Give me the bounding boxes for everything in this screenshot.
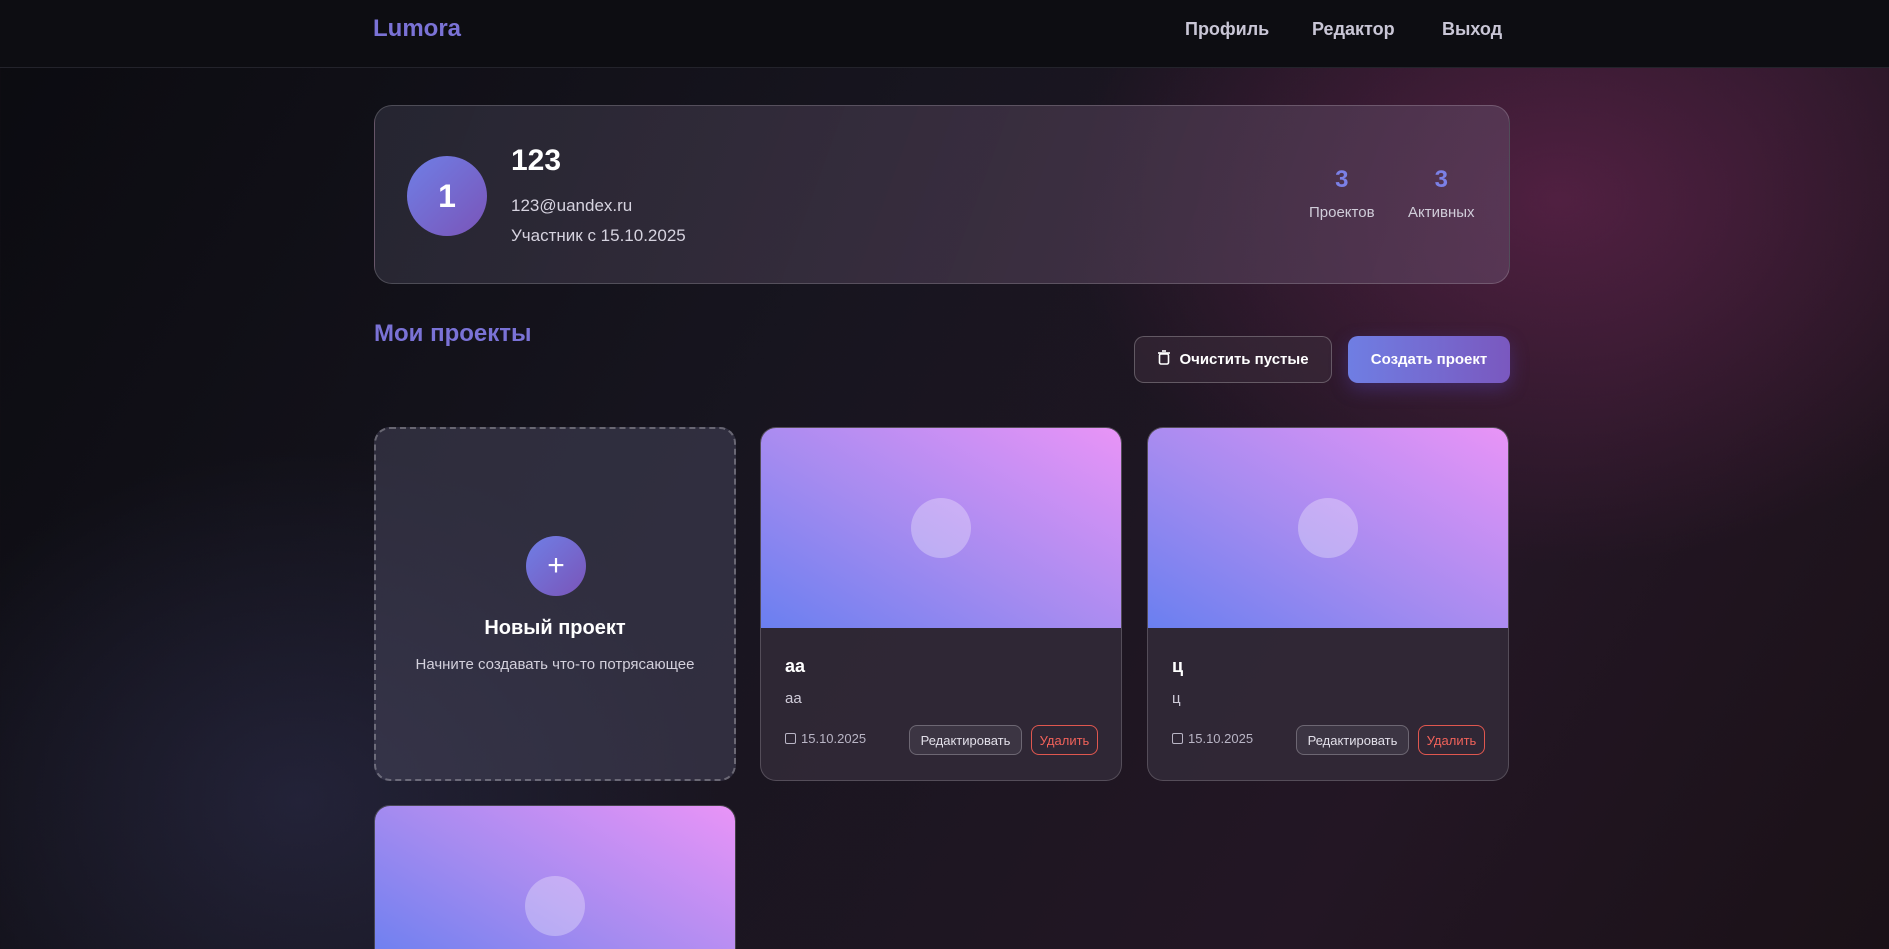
profile-email: 123@uandex.ru bbox=[511, 196, 633, 215]
project-description: аа bbox=[785, 690, 802, 707]
stat-active-label: Активных bbox=[1408, 204, 1475, 221]
profile-card: 1 123 123@uandex.ru Участник с 15.10.202… bbox=[374, 105, 1510, 284]
cover-placeholder-icon bbox=[911, 498, 971, 558]
stat-projects-label: Проектов bbox=[1309, 204, 1375, 221]
app-logo[interactable]: Lumora bbox=[373, 15, 461, 43]
stat-projects-value: 3 bbox=[1335, 166, 1349, 193]
project-date: 15.10.2025 bbox=[1172, 731, 1253, 746]
delete-project-button[interactable]: Удалить bbox=[1031, 725, 1098, 755]
create-project-button[interactable]: Создать проект bbox=[1348, 336, 1510, 383]
project-cover bbox=[1148, 428, 1508, 628]
trash-icon bbox=[1157, 350, 1171, 369]
project-card[interactable]: ц ц 15.10.2025 Редактировать Удалить bbox=[1147, 427, 1509, 781]
project-card[interactable] bbox=[374, 805, 736, 949]
nav-profile-link[interactable]: Профиль bbox=[1185, 19, 1269, 40]
avatar: 1 bbox=[407, 156, 487, 236]
new-project-card[interactable]: + Новый проект Начните создавать что-то … bbox=[374, 427, 736, 781]
stat-active: 3 Активных bbox=[1408, 166, 1475, 221]
project-cover bbox=[375, 806, 735, 949]
projects-section-title: Мои проекты bbox=[374, 320, 532, 347]
new-project-title: Новый проект bbox=[484, 617, 626, 639]
nav-editor-link[interactable]: Редактор bbox=[1312, 19, 1395, 40]
project-date: 15.10.2025 bbox=[785, 731, 866, 746]
calendar-icon bbox=[785, 733, 796, 744]
project-card[interactable]: аа аа 15.10.2025 Редактировать Удалить bbox=[760, 427, 1122, 781]
clear-empty-label: Очистить пустые bbox=[1179, 351, 1309, 368]
profile-username: 123 bbox=[511, 144, 562, 177]
profile-member-since: Участник с 15.10.2025 bbox=[511, 226, 686, 245]
stat-active-value: 3 bbox=[1434, 166, 1448, 193]
project-name: аа bbox=[785, 656, 806, 676]
project-date-text: 15.10.2025 bbox=[1188, 731, 1254, 746]
project-date-text: 15.10.2025 bbox=[801, 731, 867, 746]
plus-icon: + bbox=[526, 536, 586, 596]
new-project-subtitle: Начните создавать что-то потрясающее bbox=[415, 656, 695, 673]
stat-projects: 3 Проектов bbox=[1309, 166, 1375, 221]
project-description: ц bbox=[1172, 690, 1181, 707]
top-navbar: Lumora Профиль Редактор Выход bbox=[0, 0, 1889, 68]
cover-placeholder-icon bbox=[1298, 498, 1358, 558]
project-name: ц bbox=[1172, 656, 1184, 676]
project-cover bbox=[761, 428, 1121, 628]
cover-placeholder-icon bbox=[525, 876, 585, 936]
edit-project-button[interactable]: Редактировать bbox=[909, 725, 1022, 755]
delete-project-button[interactable]: Удалить bbox=[1418, 725, 1485, 755]
calendar-icon bbox=[1172, 733, 1183, 744]
edit-project-button[interactable]: Редактировать bbox=[1296, 725, 1409, 755]
clear-empty-button[interactable]: Очистить пустые bbox=[1134, 336, 1332, 383]
nav-logout-link[interactable]: Выход bbox=[1442, 19, 1502, 40]
